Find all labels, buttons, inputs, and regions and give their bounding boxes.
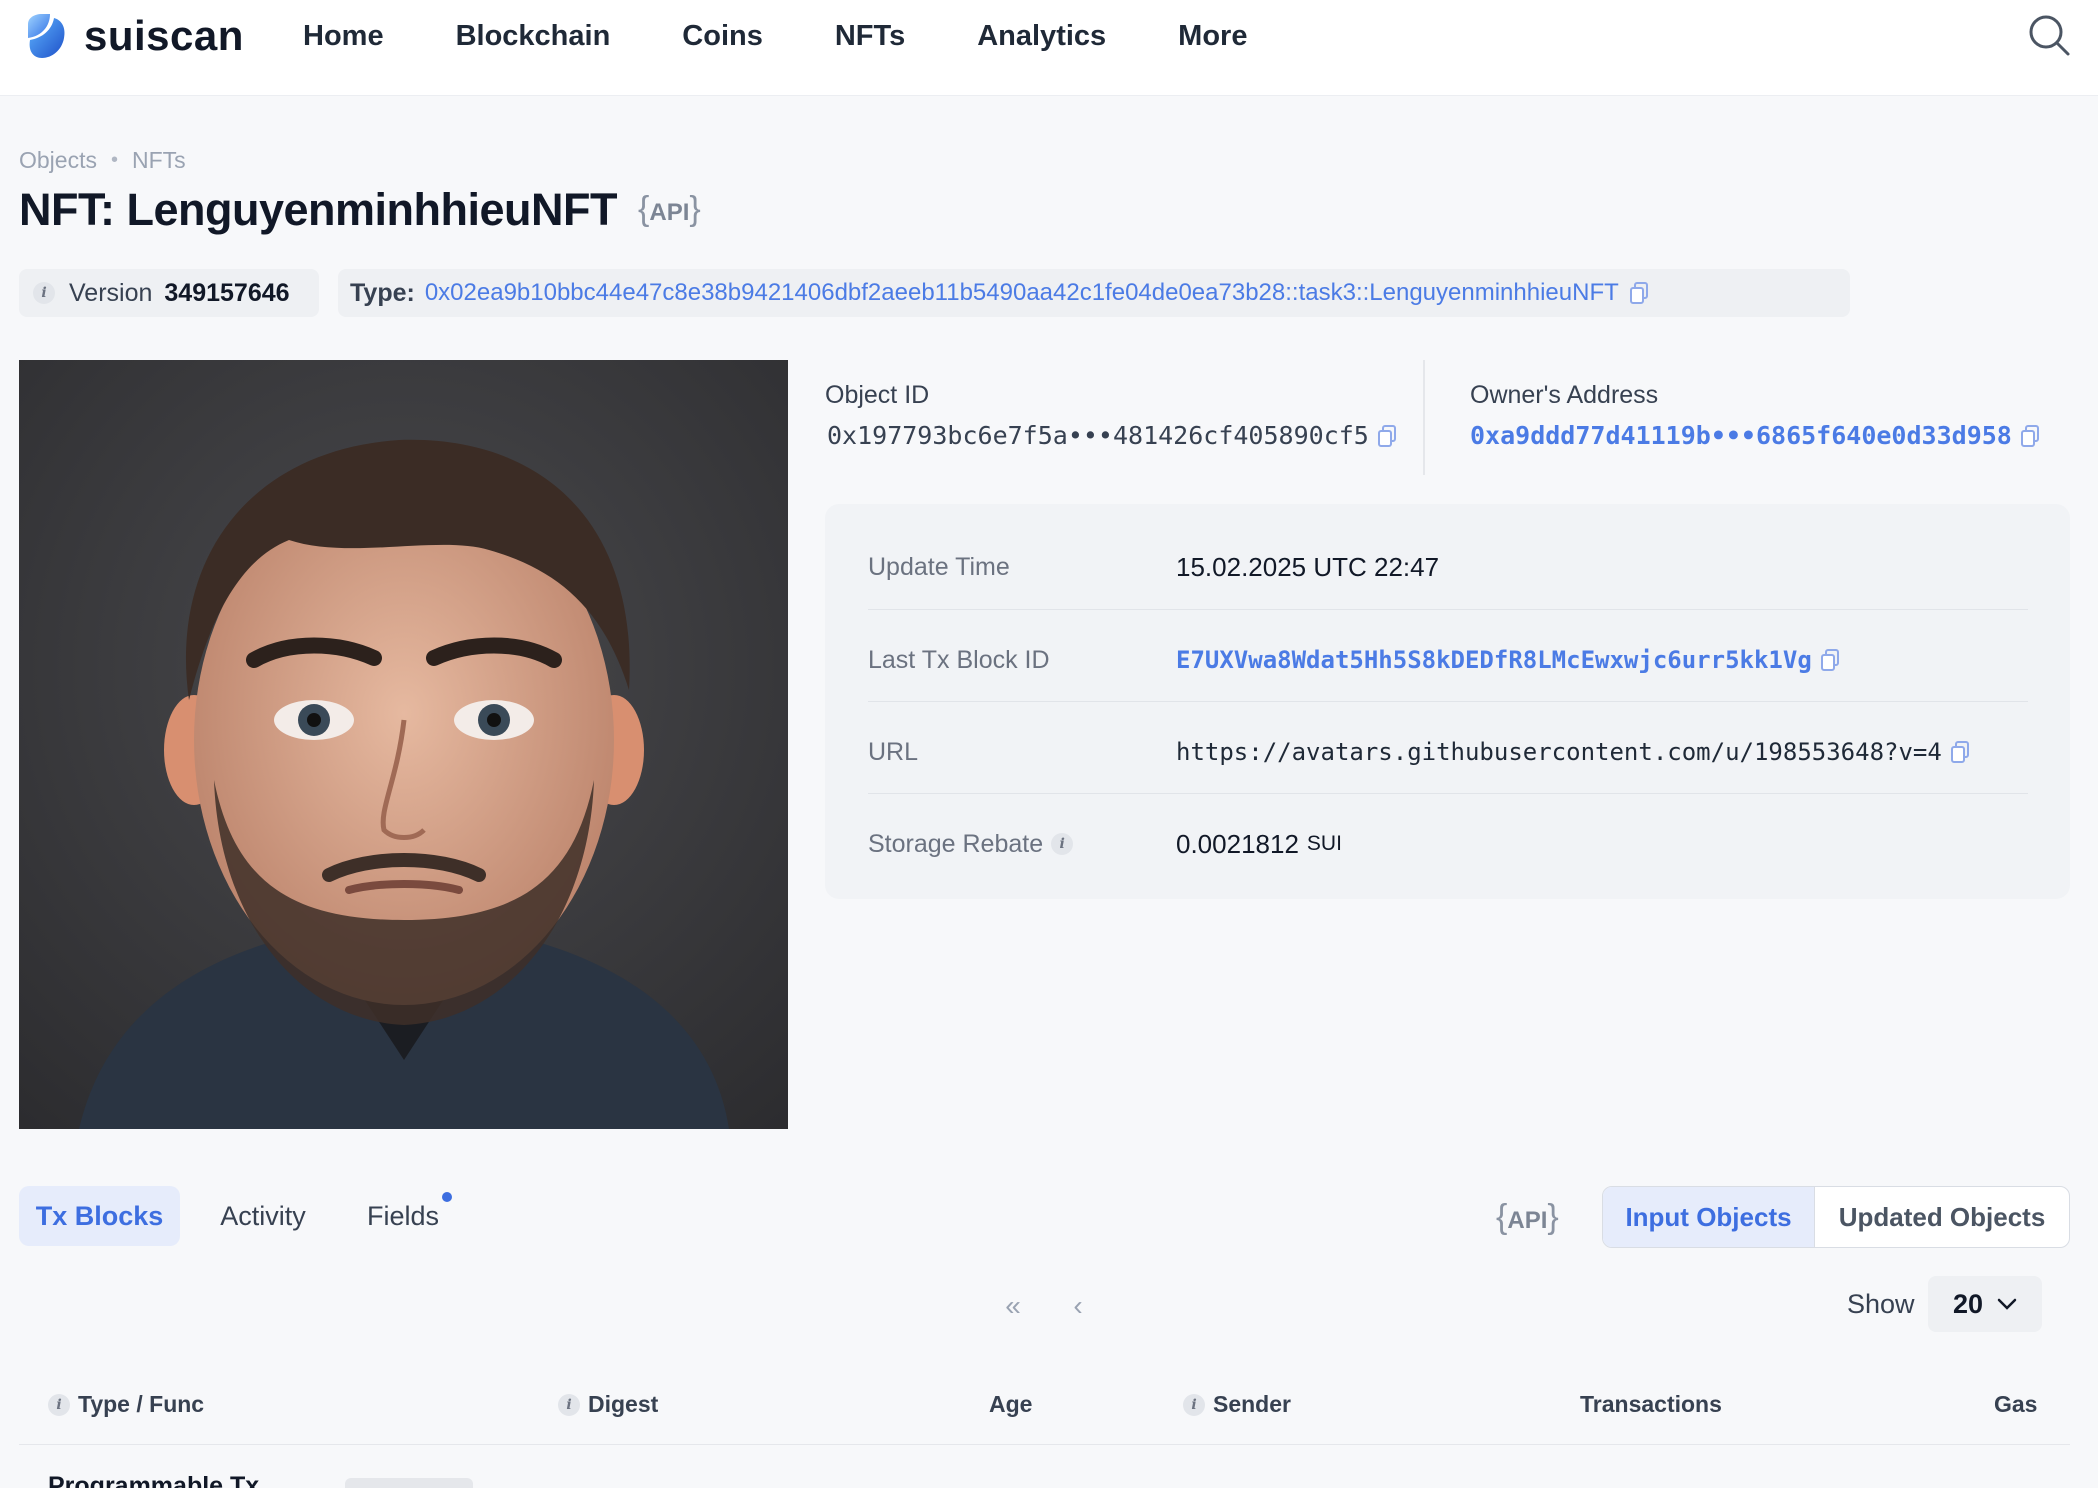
update-time-row: Update Time 15.02.2025 UTC 22:47 (868, 521, 2028, 613)
tab-fields[interactable]: Fields (350, 1186, 456, 1246)
show-label: Show (1847, 1289, 1915, 1319)
update-time-value: 15.02.2025 UTC 22:47 (1176, 551, 1440, 582)
top-header: suiscan Home Blockchain Coins NFTs Analy… (0, 0, 2098, 96)
url-field: https://avatars.githubusercontent.com/u/… (1176, 738, 1970, 766)
type-chip: Type: 0x02ea9b10bbc44e47c8e38b9421406dbf… (338, 269, 1850, 317)
col-gas: Gas (1994, 1391, 2037, 1418)
storage-rebate-label-wrap: Storage Rebate i (868, 830, 1176, 859)
breadcrumb-objects[interactable]: Objects (19, 147, 97, 174)
copy-icon[interactable] (1629, 281, 1649, 305)
owner-address-field: 0xa9ddd77d41119b•••6865f640e0d33d958 (1470, 421, 2040, 450)
table-row-badge (345, 1478, 473, 1488)
search-icon[interactable] (2026, 12, 2072, 58)
info-icon[interactable]: i (33, 282, 55, 304)
api-label: API (1507, 1207, 1548, 1234)
row-divider (868, 701, 2028, 702)
tab-tx-blocks[interactable]: Tx Blocks (19, 1186, 180, 1246)
info-icon[interactable]: i (558, 1393, 580, 1416)
chevron-down-icon (1997, 1298, 2017, 1310)
object-id-label: Object ID (825, 381, 930, 409)
copy-icon[interactable] (2020, 424, 2040, 448)
url-label: URL (868, 737, 919, 766)
nav-blockchain[interactable]: Blockchain (456, 20, 611, 53)
url-value[interactable]: https://avatars.githubusercontent.com/u/… (1176, 738, 1942, 766)
copy-icon[interactable] (1820, 648, 1840, 672)
storage-rebate-row: Storage Rebate i 0.0021812 SUI (868, 798, 2028, 890)
col-type-func-label: Type / Func (78, 1391, 205, 1417)
info-icon[interactable]: i (1183, 1393, 1205, 1416)
owner-address-label: Owner's Address (1470, 381, 1659, 409)
suiscan-logo-icon (28, 14, 65, 58)
main-nav: Home Blockchain Coins NFTs Analytics Mor… (303, 14, 1247, 58)
version-value: 349157646 (164, 278, 290, 307)
logo-text: suiscan (84, 12, 244, 59)
col-gas-label: Gas (1994, 1391, 2038, 1417)
version-label: Version (69, 278, 153, 307)
storage-rebate-value: 0.0021812 (1176, 828, 1299, 859)
nav-home[interactable]: Home (303, 20, 384, 53)
table-header-divider (19, 1444, 2070, 1445)
table-row-type[interactable]: Programmable Tx (48, 1472, 259, 1488)
copy-icon[interactable] (1377, 424, 1397, 448)
page-size-value: 20 (1952, 1288, 1984, 1319)
input-objects-button[interactable]: Input Objects (1603, 1187, 1815, 1247)
double-chevron-left-icon[interactable]: « (993, 1286, 1033, 1326)
object-id-field: 0x197793bc6e7f5a•••481426cf405890cf5 (827, 421, 1397, 450)
col-digest-label: Digest (588, 1391, 659, 1417)
copy-icon[interactable] (1950, 740, 1970, 764)
updated-objects-button[interactable]: Updated Objects (1815, 1187, 2069, 1247)
api-link-table[interactable]: {API} (1496, 1198, 1559, 1237)
api-label: API (649, 199, 690, 226)
owner-address-link[interactable]: 0xa9ddd77d41119b•••6865f640e0d33d958 (1470, 421, 2012, 450)
col-age-label: Age (989, 1391, 1033, 1417)
page-title: NFT: LenguyenminhhieuNFT (19, 184, 617, 235)
breadcrumb-separator: • (110, 149, 118, 171)
last-tx-label: Last Tx Block ID (868, 645, 1050, 674)
col-transactions-label: Transactions (1580, 1391, 1722, 1417)
vertical-divider (1423, 360, 1425, 475)
object-filter-toggle: Input Objects Updated Objects (1602, 1186, 2070, 1248)
storage-rebate-unit: SUI (1306, 832, 1342, 855)
page-size-select[interactable]: 20 (1928, 1276, 2042, 1332)
col-sender-label: Sender (1213, 1391, 1291, 1417)
api-link-title[interactable]: {API} (638, 190, 701, 229)
nav-nfts[interactable]: NFTs (835, 20, 905, 53)
row-divider (868, 793, 2028, 794)
update-time-label: Update Time (868, 552, 1010, 581)
nft-image (19, 360, 788, 1129)
col-transactions: Transactions (1580, 1391, 1722, 1418)
nav-analytics[interactable]: Analytics (977, 20, 1106, 53)
url-row: URL https://avatars.githubusercontent.co… (868, 706, 2028, 798)
tab-activity[interactable]: Activity (196, 1186, 330, 1246)
nav-coins[interactable]: Coins (682, 20, 763, 53)
type-label: Type: (350, 278, 415, 307)
version-chip: i Version 349157646 (19, 269, 319, 317)
nav-more[interactable]: More (1178, 20, 1247, 53)
object-id-value[interactable]: 0x197793bc6e7f5a•••481426cf405890cf5 (827, 421, 1369, 450)
details-card: Update Time 15.02.2025 UTC 22:47 Last Tx… (825, 504, 2070, 899)
storage-rebate-label: Storage Rebate (868, 829, 1044, 858)
last-tx-field: E7UXVwa8Wdat5Hh5S8kDEDfR8LMcEwxwjc6urr5k… (1176, 646, 1840, 674)
logo[interactable]: suiscan (20, 8, 244, 64)
last-tx-row: Last Tx Block ID E7UXVwa8Wdat5Hh5S8kDEDf… (868, 614, 2028, 706)
fields-notification-dot (442, 1192, 452, 1202)
info-icon[interactable]: i (1051, 833, 1074, 855)
col-age: Age (989, 1391, 1032, 1418)
chevron-left-icon[interactable]: ‹ (1058, 1286, 1098, 1326)
col-digest: i Digest (558, 1391, 658, 1418)
breadcrumb-nfts[interactable]: NFTs (132, 147, 186, 174)
storage-rebate-field: 0.0021812 SUI (1176, 829, 1342, 860)
col-type-func: i Type / Func (48, 1391, 204, 1418)
type-value-link[interactable]: 0x02ea9b10bbc44e47c8e38b9421406dbf2aeeb1… (425, 279, 1619, 307)
info-icon[interactable]: i (48, 1393, 70, 1416)
col-sender: i Sender (1183, 1391, 1291, 1418)
row-divider (868, 609, 2028, 610)
breadcrumb: Objects • NFTs (19, 147, 186, 174)
last-tx-link[interactable]: E7UXVwa8Wdat5Hh5S8kDEDfR8LMcEwxwjc6urr5k… (1176, 646, 1812, 674)
